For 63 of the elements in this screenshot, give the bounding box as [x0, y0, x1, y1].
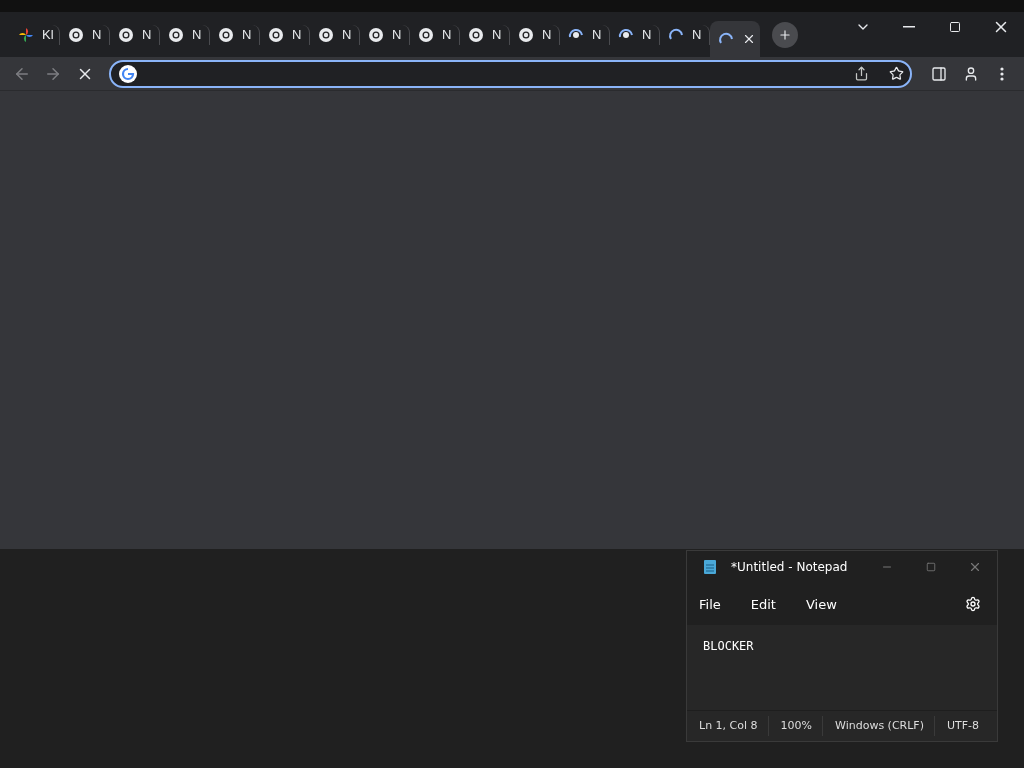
maximize-icon	[926, 562, 936, 572]
tab-title: N	[392, 27, 402, 42]
tab-title: N	[142, 27, 152, 42]
browser-tab[interactable]: Kl	[10, 24, 60, 45]
chrome-icon	[318, 26, 334, 43]
browser-tab[interactable]: N	[360, 24, 410, 45]
tab-title: N	[442, 27, 452, 42]
tab-title: N	[342, 27, 352, 42]
bookmark-star-icon[interactable]	[888, 66, 904, 81]
browser-tab[interactable]: N	[110, 24, 160, 45]
chrome-icon	[518, 26, 534, 43]
browser-tab[interactable]: N	[410, 24, 460, 45]
chrome-icon	[468, 26, 484, 43]
browser-tab[interactable]: N	[560, 24, 610, 45]
side-panel-icon	[931, 65, 948, 82]
maximize-icon	[949, 21, 961, 33]
browser-tab[interactable]: N	[210, 24, 260, 45]
minimize-icon	[903, 26, 915, 28]
status-item: Ln 1, Col 8	[687, 716, 769, 736]
tab-title: Kl	[42, 27, 54, 42]
browser-tab[interactable]	[710, 21, 760, 57]
chrome-icon	[118, 26, 134, 43]
browser-tab[interactable]: N	[460, 24, 510, 45]
menu-item[interactable]: View	[801, 592, 849, 616]
chrome-icon	[218, 26, 234, 43]
chrome-icon	[418, 26, 434, 43]
tab-title: N	[592, 27, 602, 42]
browser-tab[interactable]: N	[610, 24, 660, 45]
tab-title: N	[192, 27, 202, 42]
tab-title: N	[292, 27, 302, 42]
status-item: UTF-8	[946, 718, 981, 734]
settings-icon[interactable]	[965, 596, 981, 612]
browser-tab[interactable]: N	[260, 24, 310, 45]
browser-tab[interactable]: N	[310, 24, 360, 45]
tab-title: N	[542, 27, 552, 42]
tab-title: N	[492, 27, 502, 42]
chrome-icon	[368, 26, 384, 43]
google-icon	[118, 64, 137, 83]
browser-tab[interactable]: N	[60, 24, 110, 45]
chrome-icon	[268, 26, 284, 43]
new-tab-button[interactable]	[772, 21, 798, 48]
close-icon	[968, 560, 982, 574]
plus-icon	[778, 27, 792, 42]
share-icon[interactable]	[853, 66, 869, 81]
chrome-icon	[68, 26, 84, 43]
text-editor[interactable]: BLOCKER	[687, 625, 997, 710]
pinwheel-icon	[18, 26, 34, 43]
status-item: 100%	[768, 716, 823, 736]
notepad-icon	[703, 559, 717, 575]
browser-tab[interactable]: N	[160, 24, 210, 45]
status-item: Windows (CRLF)	[823, 716, 935, 736]
close-icon[interactable]	[742, 32, 756, 46]
tab-title: N	[642, 27, 652, 42]
address-bar[interactable]	[108, 59, 912, 88]
tab-title: N	[692, 27, 702, 42]
menu-icon	[1000, 66, 1005, 81]
chrome-icon	[168, 26, 184, 43]
tab-title: N	[92, 27, 102, 42]
menu-item[interactable]: File	[695, 592, 733, 616]
browser-tab[interactable]: N	[510, 24, 560, 45]
window-title: *Untitled - Notepad	[731, 560, 848, 574]
tab-title: N	[242, 27, 252, 42]
menu-item[interactable]: Edit	[746, 592, 788, 616]
